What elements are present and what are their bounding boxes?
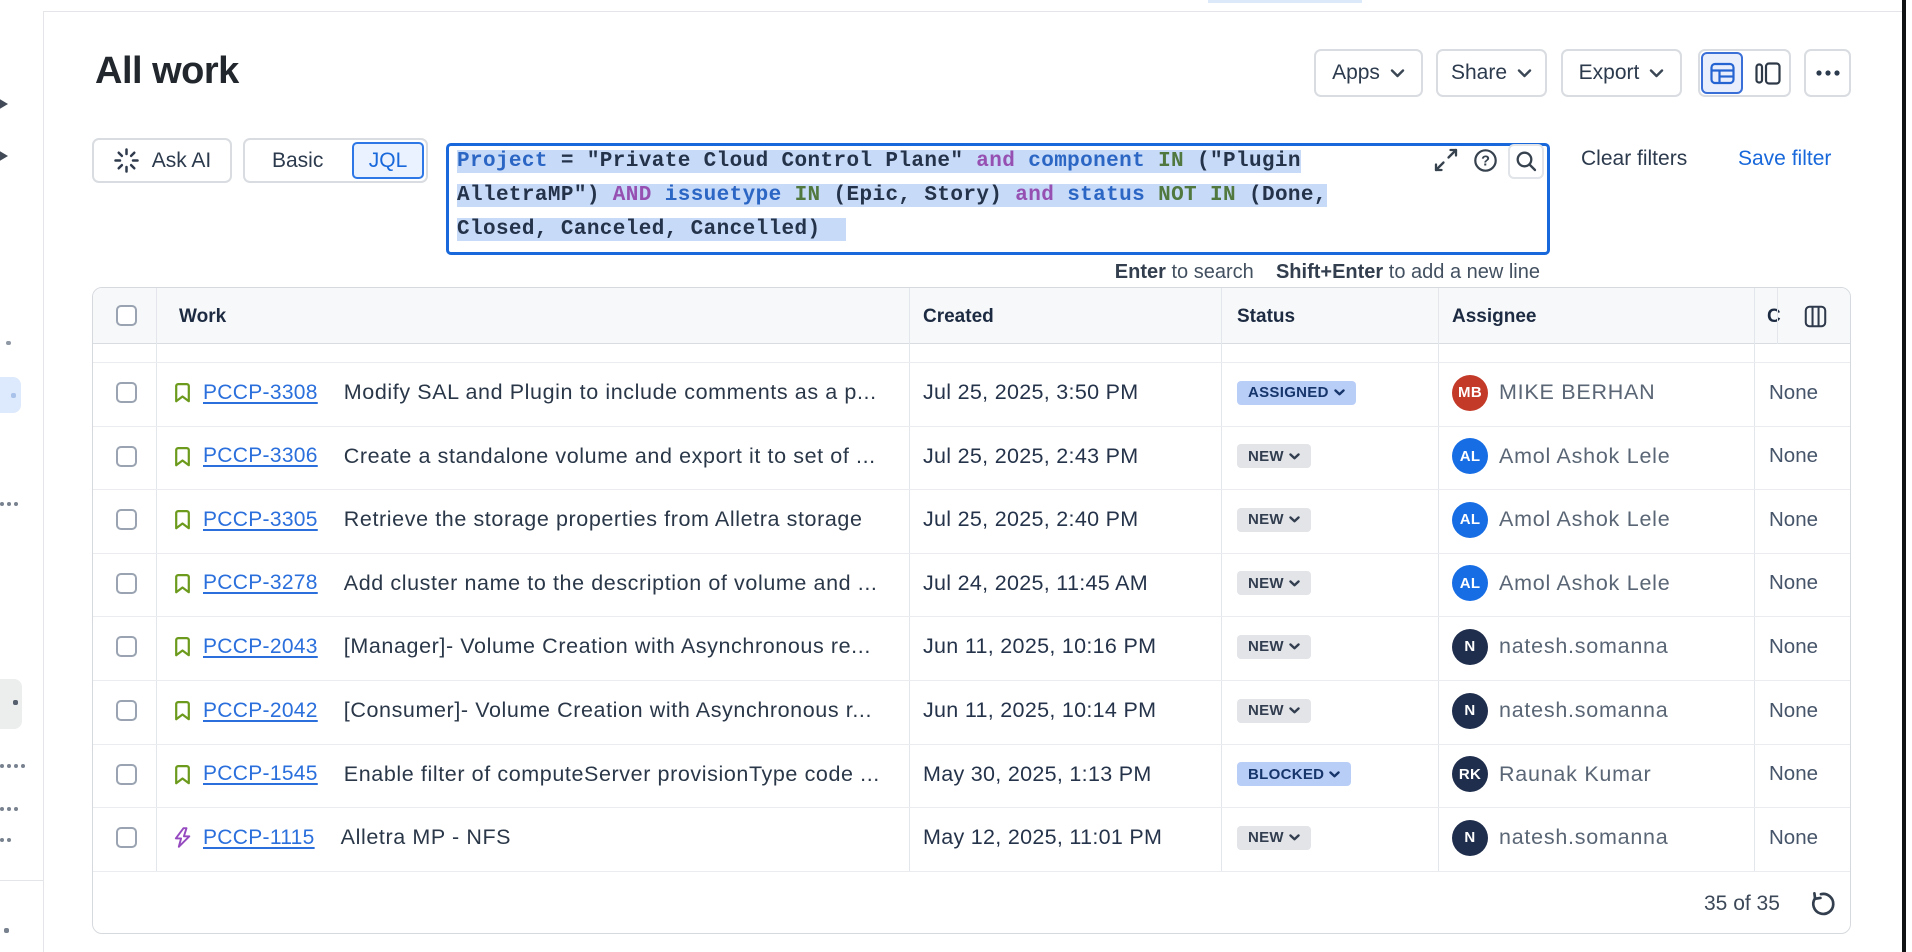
svg-text:?: ? — [1481, 153, 1490, 169]
